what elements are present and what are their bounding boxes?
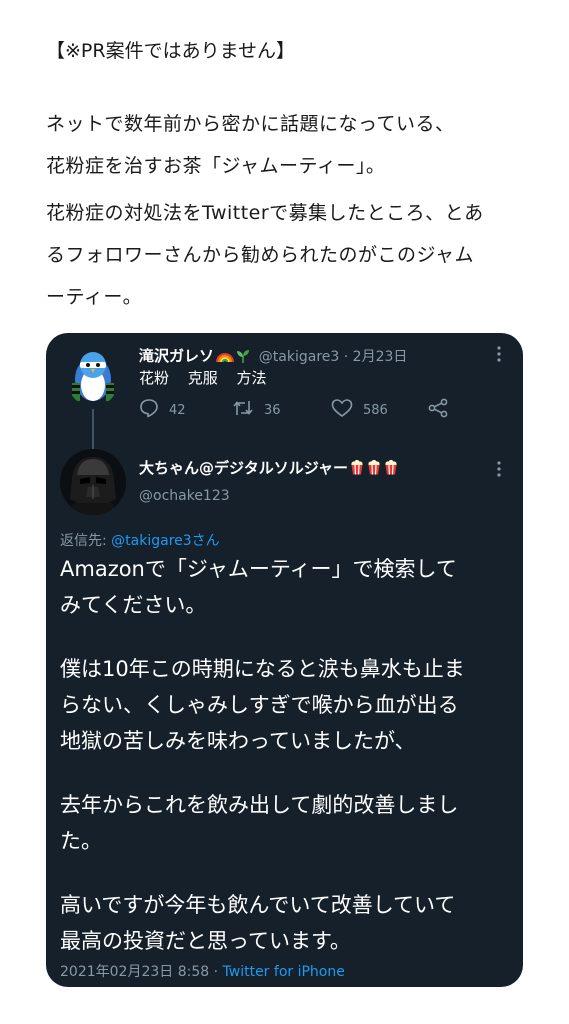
like-button[interactable]: 586 [331, 399, 388, 421]
reply-author-line: 大ちゃん@デジタルソルジャー [139, 457, 399, 479]
replying-to-line: 返信先: @takigare3さん [60, 530, 220, 550]
original-author-avatar[interactable] [66, 345, 120, 407]
reply-text-line: みてください。 [60, 593, 207, 617]
original-tweet-text: 花粉 克服 方法 [139, 369, 267, 387]
pr-note: 【※PR案件ではありません】 [46, 40, 296, 62]
reply-tweet-text: Amazonで「ジャムーティー」で検索して みてください。 僕は10年この時期に… [60, 551, 510, 959]
intro-line: ネットで数年前から密かに話題になっている、 [46, 113, 455, 135]
context-paragraph: 花粉症の対処法をTwitterで募集したところ、とあ るフォロワーさんから勧めら… [46, 192, 484, 318]
context-line: 花粉症の対処法をTwitterで募集したところ、とあ [46, 202, 484, 224]
rainbow-emoji-icon [216, 349, 235, 367]
reply-text-line: 高いですが今年も飲んでいて改善していて [60, 893, 456, 917]
thread-connector-line [92, 409, 94, 449]
tweet-footer: 2021年02月23日 8:58 · Twitter for iPhone [60, 961, 345, 981]
reply-count: 42 [169, 402, 186, 418]
replying-to-label: 返信先: [60, 533, 112, 549]
original-author-name[interactable]: 滝沢ガレソ [139, 347, 214, 365]
sprout-emoji-icon [236, 349, 250, 367]
intro-paragraph: ネットで数年前から密かに話題になっている、 花粉症を治すお茶「ジャムーティー」。 [46, 103, 455, 187]
original-author-line: 滝沢ガレソ @takigare3 · 2月23日 [139, 345, 407, 367]
popcorn-emoji-icon [349, 459, 365, 479]
reply-text-line: た。 [60, 829, 102, 853]
meta-separator: · [339, 349, 353, 365]
reply-button[interactable]: 42 [139, 399, 186, 421]
heart-icon [331, 398, 363, 422]
replying-to-mention[interactable]: @takigare3さん [111, 533, 220, 549]
share-icon [427, 398, 459, 422]
more-vertical-icon[interactable] [496, 346, 502, 362]
popcorn-emoji-icon [383, 459, 399, 479]
intro-line: 花粉症を治すお茶「ジャムーティー」。 [46, 155, 386, 177]
retweet-count: 36 [264, 402, 281, 418]
original-date[interactable]: 2月23日 [353, 349, 408, 365]
popcorn-emoji-icon [366, 459, 382, 479]
context-line: るフォロワーさんから勧められたのがこのジャム [46, 244, 475, 266]
context-line: ーティー。 [46, 286, 143, 308]
reply-author-name[interactable]: 大ちゃん@デジタルソルジャー [139, 459, 348, 477]
tweet-source-link[interactable]: Twitter for iPhone [223, 964, 345, 980]
share-button[interactable] [427, 398, 459, 422]
tweet-timestamp[interactable]: 2021年02月23日 8:58 [60, 964, 209, 980]
original-tweet-actions: 42 36 586 [139, 398, 459, 422]
reply-text-line: 去年からこれを飲み出して劇的改善しまし [60, 793, 459, 817]
reply-text-line: 地獄の苦しみを味わっていましたが、 [60, 729, 416, 753]
reply-text-line: 僕は10年この時期になると涙も鼻水も止ま [60, 657, 465, 681]
like-count: 586 [363, 402, 388, 418]
footer-separator: · [209, 964, 223, 980]
retweet-button[interactable]: 36 [232, 399, 281, 421]
more-vertical-icon[interactable] [496, 461, 502, 477]
retweet-icon [232, 398, 264, 422]
reply-text-line: Amazonで「ジャムーティー」で検索して [60, 557, 457, 581]
embedded-tweet-card[interactable]: 滝沢ガレソ @takigare3 · 2月23日 花粉 克服 方法 42 36 … [46, 333, 523, 987]
original-handle[interactable]: @takigare3 [259, 349, 340, 365]
reply-author-handle[interactable]: @ochake123 [139, 488, 230, 504]
reply-text-line: 最高の投資だと思っています。 [60, 929, 351, 953]
reply-text-line: らない、くしゃみしすぎで喉から血が出る [60, 693, 459, 717]
reply-author-avatar[interactable] [60, 449, 126, 515]
reply-icon [139, 398, 169, 422]
